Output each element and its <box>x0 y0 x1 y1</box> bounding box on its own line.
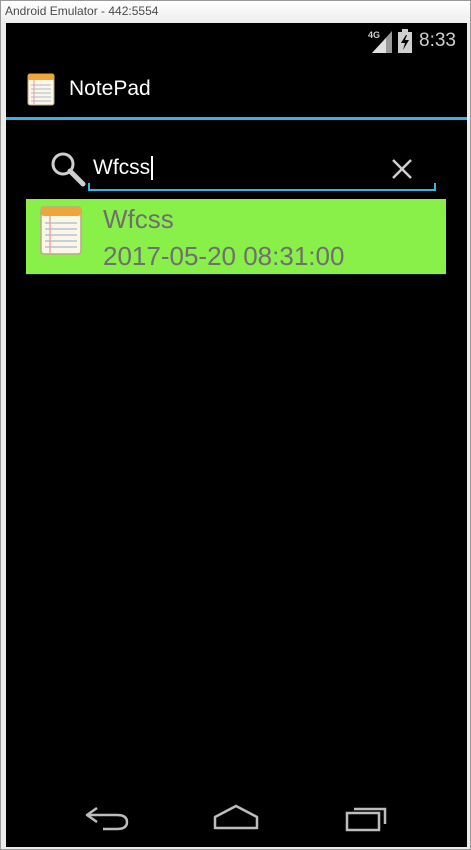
close-icon[interactable] <box>387 154 417 184</box>
window-title: Android Emulator - 442:5554 <box>1 1 470 22</box>
network-type-label: 4G <box>368 30 380 40</box>
list-divider <box>26 274 446 275</box>
notepad-icon <box>27 73 55 106</box>
status-time: 8:33 <box>419 30 456 51</box>
navigation-bar <box>6 787 467 847</box>
recents-icon[interactable] <box>343 802 391 832</box>
search-underline <box>88 183 436 191</box>
home-icon[interactable] <box>211 802 261 832</box>
search-input[interactable]: Wfcss <box>93 150 393 186</box>
note-title: Wfcss <box>103 204 174 234</box>
search-input-text: Wfcss <box>93 156 151 179</box>
notepad-icon <box>40 206 82 255</box>
action-bar: NotePad <box>6 59 467 117</box>
list-item[interactable]: Wfcss 2017-05-20 08:31:00 <box>26 199 446 274</box>
status-bar: 4G 8:33 <box>6 23 467 59</box>
signal-icon: 4G <box>368 30 392 53</box>
back-icon[interactable] <box>83 802 131 832</box>
device-screen: 4G 8:33 NotePad Wfcss Wfcss 2017-05-20 0… <box>6 23 467 847</box>
action-bar-divider <box>6 117 467 120</box>
battery-icon <box>398 29 412 53</box>
emulator-window: Android Emulator - 442:5554 4G 8:33 Note… <box>0 0 471 850</box>
note-date: 2017-05-20 08:31:00 <box>103 241 345 271</box>
text-cursor <box>151 156 154 181</box>
app-title: NotePad <box>69 77 151 100</box>
search-icon[interactable] <box>49 150 87 188</box>
